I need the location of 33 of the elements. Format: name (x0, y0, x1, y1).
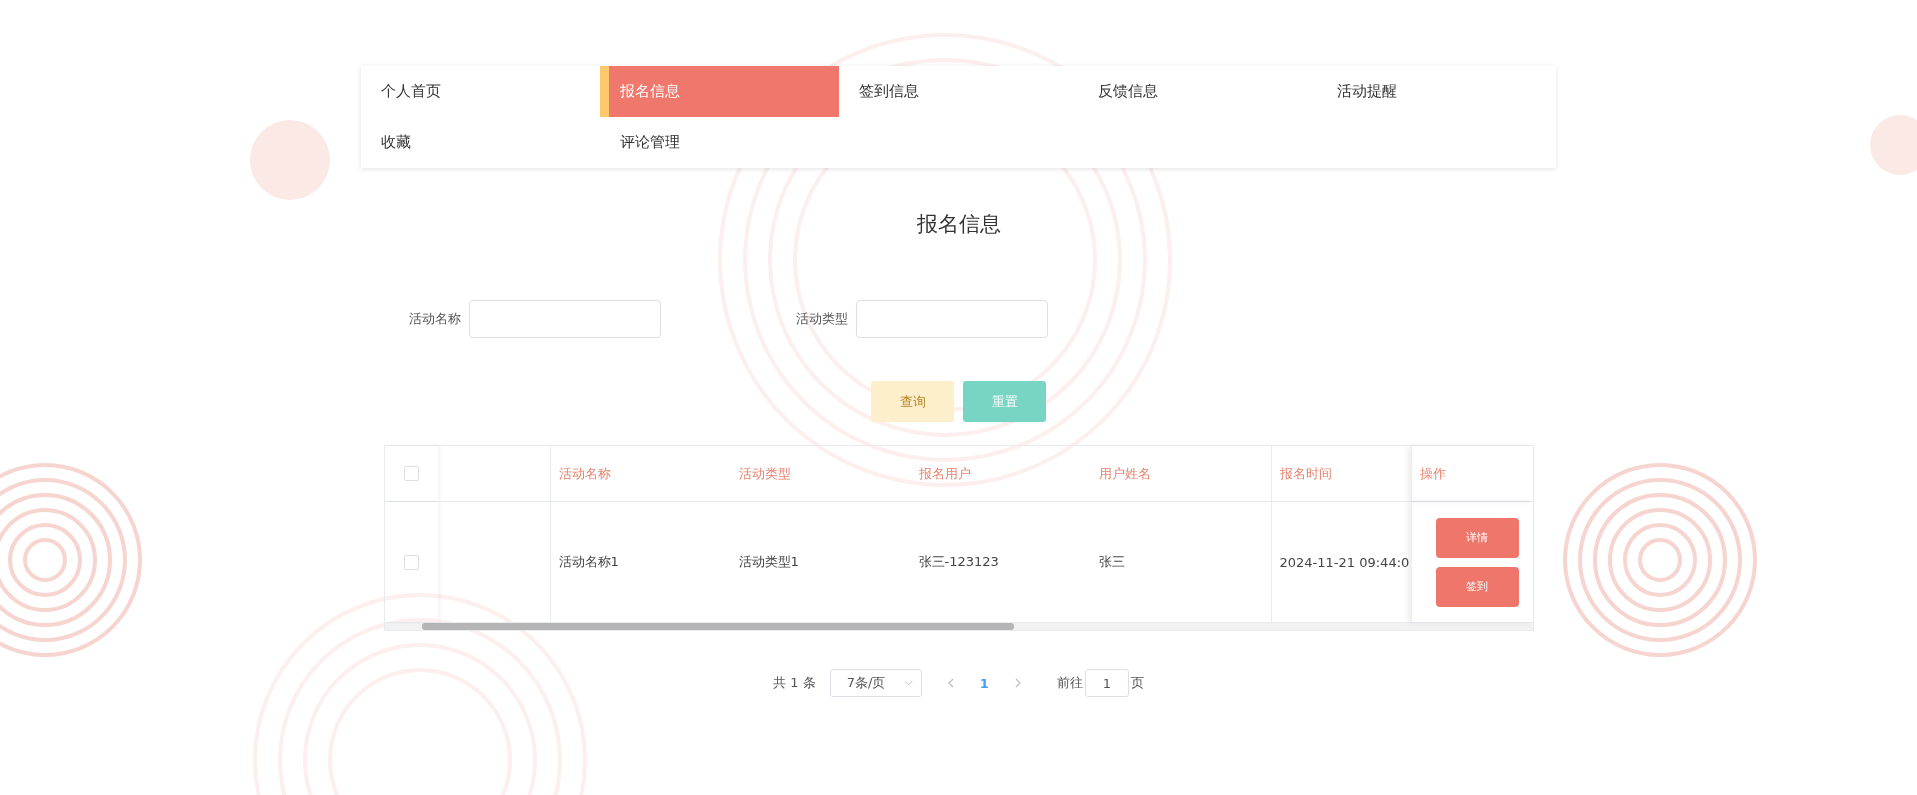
column-header: 报名用户 (918, 464, 971, 483)
total-count: 共 1 条 (773, 674, 816, 692)
checkbox[interactable] (403, 554, 419, 570)
input-field[interactable] (468, 300, 661, 338)
page-title: 报名信息 (916, 211, 1001, 238)
page-size-select[interactable]: 7条/页 (829, 669, 922, 697)
page-suffix: 页 (1130, 674, 1144, 692)
field-label: 活动名称 (408, 310, 461, 328)
page-input[interactable]: 1 (1084, 669, 1129, 697)
input-field[interactable] (855, 300, 1048, 338)
column-header: 用户姓名 (1098, 464, 1151, 483)
next-page-icon[interactable] (1014, 678, 1021, 688)
nav-item[interactable]: 签到信息 (839, 66, 1078, 117)
field-label: 活动类型 (795, 310, 848, 328)
previous-page-icon[interactable] (947, 678, 954, 688)
table-cell: 2024-11-21 09:44:0 (1279, 554, 1410, 570)
column-header: 活动类型 (738, 464, 791, 483)
checkbox[interactable] (403, 466, 419, 481)
column-header: 操作 (1419, 464, 1446, 483)
chevron-down-icon (903, 680, 913, 686)
nav-item[interactable]: 收藏 (361, 117, 600, 168)
column-header: 活动名称 (558, 464, 611, 483)
nav-item[interactable]: 活动提醒 (1317, 66, 1556, 117)
nav-item[interactable]: 评论管理 (600, 117, 839, 168)
scrollbar[interactable] (384, 623, 1533, 630)
nav-item[interactable]: 个人首页 (361, 66, 600, 117)
column-header: 报名时间 (1279, 464, 1332, 483)
goto-label: 前往 (1056, 674, 1083, 692)
table-cell: 张三-123123 (918, 553, 999, 571)
table-cell: 活动类型1 (738, 553, 799, 571)
nav-item[interactable]: 反馈信息 (1078, 66, 1317, 117)
table-cell: 张三 (1098, 553, 1125, 571)
table-cell: 活动名称1 (558, 553, 619, 571)
